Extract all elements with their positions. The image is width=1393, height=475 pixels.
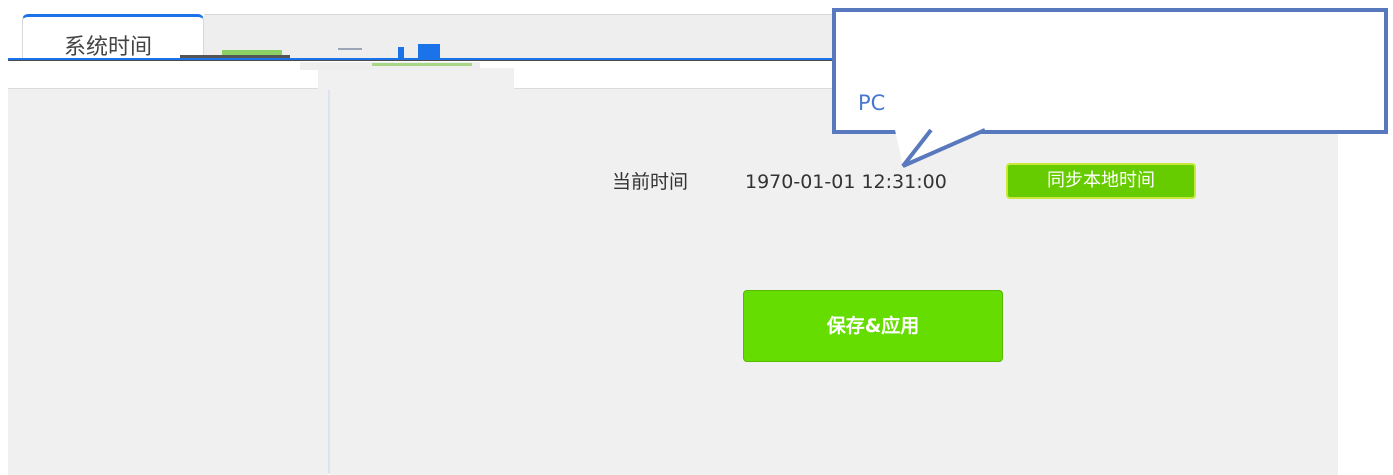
sync-local-time-button[interactable]: 同步本地时间 <box>1006 163 1196 199</box>
render-artifact <box>372 63 472 66</box>
left-panel <box>8 88 328 475</box>
render-artifact <box>180 55 290 58</box>
callout-box <box>832 8 1388 134</box>
tab-system-time-label: 系统时间 <box>64 35 153 58</box>
tab-divider <box>8 60 848 61</box>
current-time-label: 当前时间 <box>612 171 689 193</box>
callout-tail <box>895 128 985 168</box>
render-artifact <box>418 44 440 58</box>
save-apply-button[interactable]: 保存&应用 <box>743 290 1003 362</box>
render-artifact <box>222 50 282 55</box>
main-panel-tab <box>318 68 514 90</box>
render-artifact <box>398 47 404 58</box>
render-artifact <box>338 48 362 50</box>
main-panel <box>330 88 1338 475</box>
callout-text: PC <box>858 91 886 115</box>
tab-strip <box>204 14 854 60</box>
